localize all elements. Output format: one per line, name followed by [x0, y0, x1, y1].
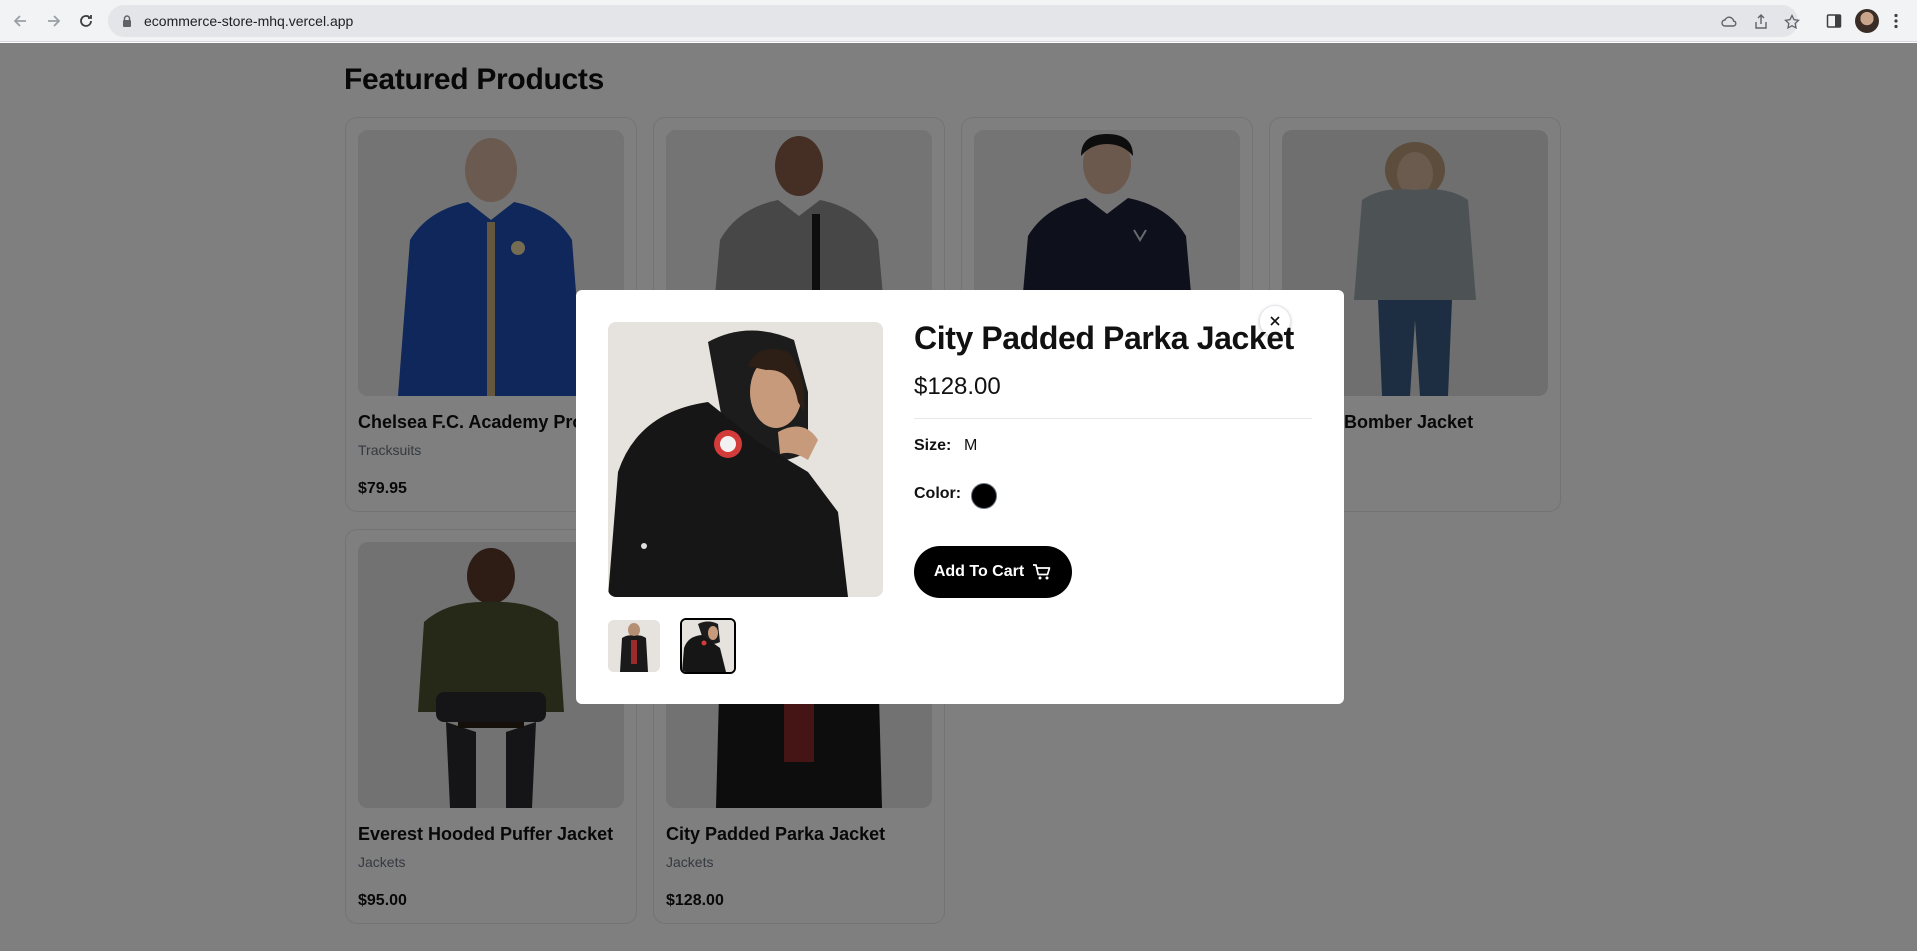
profile-avatar[interactable] [1855, 9, 1879, 33]
modal-product-price: $128.00 [914, 373, 1001, 400]
modal-product-title: City Padded Parka Jacket [914, 320, 1294, 356]
bookmark-star-icon[interactable] [1783, 13, 1801, 31]
color-swatch [971, 483, 997, 509]
more-menu-icon[interactable] [1886, 11, 1906, 31]
add-to-cart-button[interactable]: Add To Cart [914, 546, 1072, 598]
thumbnail-2[interactable] [680, 618, 736, 674]
size-value: M [964, 437, 978, 454]
browser-toolbar: ecommerce-store-mhq.vercel.app [0, 0, 1917, 42]
cloud-download-icon[interactable] [1720, 13, 1738, 31]
product-preview-modal: City Padded Parka Jacket $128.00 Size: M… [576, 290, 1344, 704]
share-icon[interactable] [1752, 13, 1770, 31]
main-product-image [608, 322, 883, 597]
shopping-cart-icon [1032, 562, 1052, 582]
color-label: Color: [914, 485, 962, 502]
back-icon[interactable] [9, 9, 33, 33]
size-label: Size: [914, 437, 952, 454]
address-bar[interactable]: ecommerce-store-mhq.vercel.app [108, 5, 1801, 37]
lock-icon[interactable] [120, 14, 134, 28]
thumbnail-1[interactable] [608, 620, 660, 672]
side-panel-icon[interactable] [1824, 11, 1844, 31]
divider [914, 418, 1312, 419]
reload-icon[interactable] [74, 9, 98, 33]
forward-icon[interactable] [41, 9, 65, 33]
add-to-cart-label: Add To Cart [933, 563, 1025, 580]
url-text: ecommerce-store-mhq.vercel.app [144, 13, 354, 29]
